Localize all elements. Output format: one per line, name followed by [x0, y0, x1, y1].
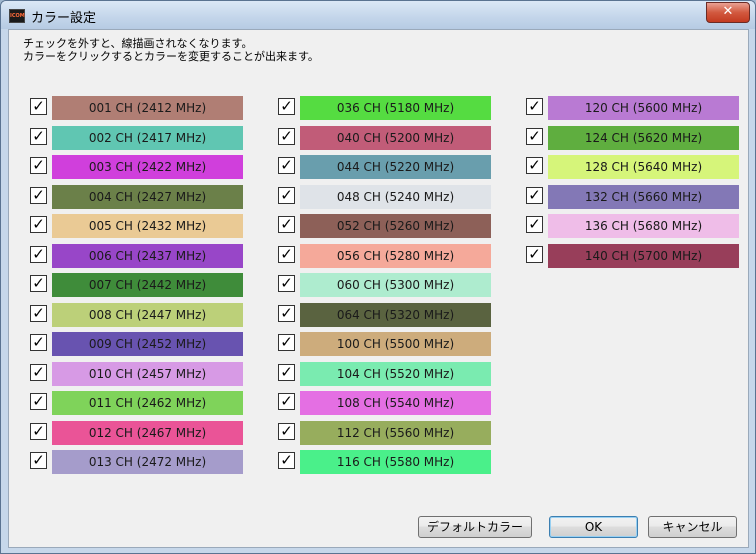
channel-color-swatch[interactable]: 124 CH (5620 MHz): [548, 126, 739, 150]
channel-color-swatch[interactable]: 036 CH (5180 MHz): [300, 96, 491, 120]
channel-checkbox[interactable]: ✓: [278, 423, 295, 440]
channel-color-swatch[interactable]: 064 CH (5320 MHz): [300, 303, 491, 327]
info-line-2: カラーをクリックするとカラーを変更することが出来ます。: [23, 50, 319, 63]
channel-checkbox[interactable]: ✓: [526, 216, 543, 233]
channel-color-swatch[interactable]: 060 CH (5300 MHz): [300, 273, 491, 297]
channel-color-swatch[interactable]: 009 CH (2452 MHz): [52, 332, 243, 356]
channel-checkbox[interactable]: ✓: [30, 334, 47, 351]
channel-color-swatch[interactable]: 104 CH (5520 MHz): [300, 362, 491, 386]
channel-color-swatch[interactable]: 005 CH (2432 MHz): [52, 214, 243, 238]
channel-checkbox[interactable]: ✓: [526, 246, 543, 263]
channel-checkbox[interactable]: ✓: [526, 157, 543, 174]
channel-checkbox[interactable]: ✓: [526, 187, 543, 204]
channel-color-swatch[interactable]: 008 CH (2447 MHz): [52, 303, 243, 327]
channel-checkbox[interactable]: ✓: [30, 128, 47, 145]
channel-color-swatch[interactable]: 056 CH (5280 MHz): [300, 244, 491, 268]
channel-checkbox[interactable]: ✓: [30, 305, 47, 322]
cancel-button[interactable]: キャンセル: [648, 516, 737, 538]
channel-checkbox[interactable]: ✓: [30, 98, 47, 115]
channel-checkbox[interactable]: ✓: [278, 305, 295, 322]
channel-color-swatch[interactable]: 140 CH (5700 MHz): [548, 244, 739, 268]
channel-color-swatch[interactable]: 001 CH (2412 MHz): [52, 96, 243, 120]
channel-color-swatch[interactable]: 048 CH (5240 MHz): [300, 185, 491, 209]
color-settings-dialog: ICOM カラー設定 ✕ チェックを外すと、線描画されなくなります。 カラーをク…: [0, 0, 756, 554]
channel-checkbox[interactable]: ✓: [278, 187, 295, 204]
close-button[interactable]: ✕: [706, 2, 750, 23]
title-bar: ICOM カラー設定 ✕: [1, 1, 755, 29]
window-title: カラー設定: [31, 11, 97, 26]
channel-color-swatch[interactable]: 108 CH (5540 MHz): [300, 391, 491, 415]
channel-color-swatch[interactable]: 002 CH (2417 MHz): [52, 126, 243, 150]
channel-color-swatch[interactable]: 040 CH (5200 MHz): [300, 126, 491, 150]
channel-checkbox[interactable]: ✓: [30, 216, 47, 233]
channel-color-swatch[interactable]: 012 CH (2467 MHz): [52, 421, 243, 445]
channel-checkbox[interactable]: ✓: [278, 334, 295, 351]
channel-checkbox[interactable]: ✓: [278, 216, 295, 233]
dialog-body: チェックを外すと、線描画されなくなります。 カラーをクリックするとカラーを変更す…: [8, 29, 749, 548]
channel-color-swatch[interactable]: 136 CH (5680 MHz): [548, 214, 739, 238]
channel-color-swatch[interactable]: 004 CH (2427 MHz): [52, 185, 243, 209]
channel-checkbox[interactable]: ✓: [278, 157, 295, 174]
channel-checkbox[interactable]: ✓: [278, 452, 295, 469]
default-color-button[interactable]: デフォルトカラー: [418, 516, 532, 538]
channel-color-swatch[interactable]: 116 CH (5580 MHz): [300, 450, 491, 474]
channel-checkbox[interactable]: ✓: [30, 246, 47, 263]
channel-checkbox[interactable]: ✓: [278, 98, 295, 115]
channel-color-swatch[interactable]: 052 CH (5260 MHz): [300, 214, 491, 238]
channel-color-swatch[interactable]: 006 CH (2437 MHz): [52, 244, 243, 268]
info-text: チェックを外すと、線描画されなくなります。 カラーをクリックするとカラーを変更す…: [23, 37, 319, 63]
channel-color-swatch[interactable]: 010 CH (2457 MHz): [52, 362, 243, 386]
channel-checkbox[interactable]: ✓: [30, 364, 47, 381]
channel-color-swatch[interactable]: 044 CH (5220 MHz): [300, 155, 491, 179]
ok-button[interactable]: OK: [549, 516, 638, 538]
channel-checkbox[interactable]: ✓: [30, 452, 47, 469]
channel-checkbox[interactable]: ✓: [30, 393, 47, 410]
info-line-1: チェックを外すと、線描画されなくなります。: [23, 37, 253, 50]
channel-checkbox[interactable]: ✓: [30, 157, 47, 174]
channel-color-swatch[interactable]: 100 CH (5500 MHz): [300, 332, 491, 356]
channel-checkbox[interactable]: ✓: [30, 275, 47, 292]
channel-color-swatch[interactable]: 013 CH (2472 MHz): [52, 450, 243, 474]
channel-checkbox[interactable]: ✓: [278, 246, 295, 263]
channel-checkbox[interactable]: ✓: [30, 423, 47, 440]
channel-checkbox[interactable]: ✓: [526, 128, 543, 145]
channel-color-swatch[interactable]: 120 CH (5600 MHz): [548, 96, 739, 120]
app-icon: ICOM: [9, 9, 25, 23]
channel-checkbox[interactable]: ✓: [526, 98, 543, 115]
channel-checkbox[interactable]: ✓: [278, 275, 295, 292]
channel-color-swatch[interactable]: 112 CH (5560 MHz): [300, 421, 491, 445]
channel-color-swatch[interactable]: 003 CH (2422 MHz): [52, 155, 243, 179]
channel-checkbox[interactable]: ✓: [278, 393, 295, 410]
channel-color-swatch[interactable]: 011 CH (2462 MHz): [52, 391, 243, 415]
channel-color-swatch[interactable]: 128 CH (5640 MHz): [548, 155, 739, 179]
channel-color-swatch[interactable]: 132 CH (5660 MHz): [548, 185, 739, 209]
channel-color-swatch[interactable]: 007 CH (2442 MHz): [52, 273, 243, 297]
channel-checkbox[interactable]: ✓: [30, 187, 47, 204]
channel-checkbox[interactable]: ✓: [278, 128, 295, 145]
channel-checkbox[interactable]: ✓: [278, 364, 295, 381]
